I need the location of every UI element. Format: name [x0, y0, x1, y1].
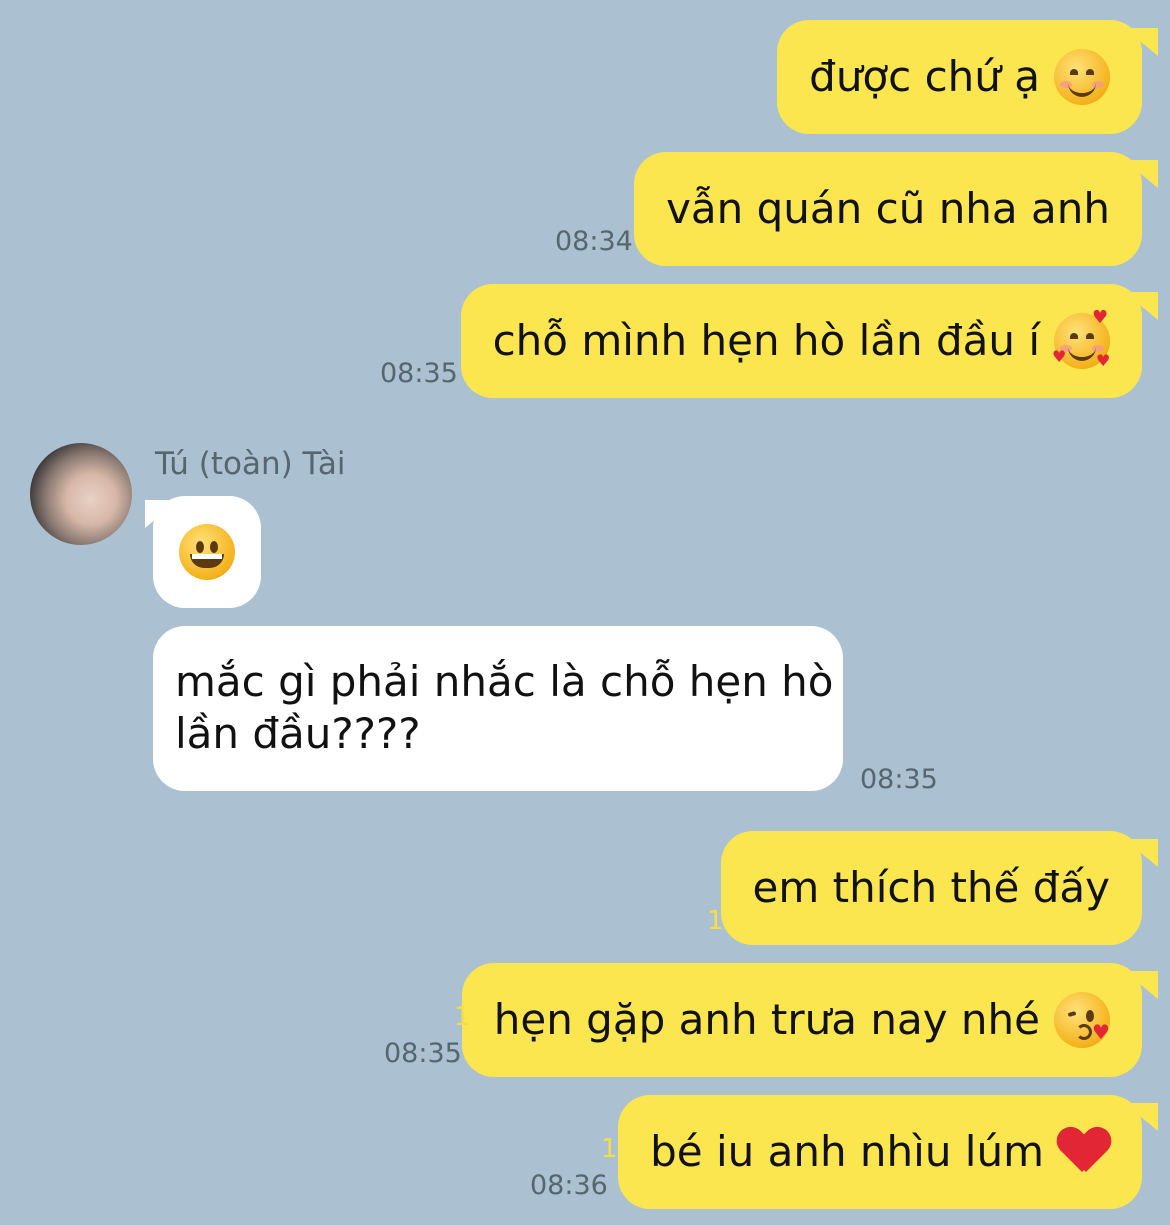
message-text: bé iu anh nhìu lúm — [650, 1127, 1044, 1176]
message-text: vẫn quán cũ nha anh — [666, 184, 1110, 233]
message-bubble-outgoing[interactable]: vẫn quán cũ nha anh — [634, 152, 1142, 266]
sender-name: Tú (toàn) Tài — [155, 446, 346, 482]
message-bubble-outgoing[interactable]: chỗ mình hẹn hò lần đầu í ♥ ♥ ♥ — [460, 284, 1142, 398]
smiling-face-icon — [1054, 49, 1110, 105]
avatar[interactable] — [30, 443, 132, 545]
message-bubble-outgoing[interactable]: bé iu anh nhìu lúm — [618, 1095, 1142, 1209]
message-timestamp: 08:35 — [860, 764, 938, 795]
message-text-line: lần đầu???? — [175, 709, 421, 758]
message-text: được chứ ạ — [809, 52, 1040, 101]
message-bubble-outgoing[interactable]: được chứ ạ — [777, 20, 1142, 134]
message-text: hẹn gặp anh trưa nay nhé — [493, 995, 1040, 1044]
read-count: 1 — [454, 1002, 471, 1032]
message-text-line: mắc gì phải nhắc là chỗ hẹn hò — [175, 657, 834, 706]
message-text: chỗ mình hẹn hò lần đầu í — [492, 316, 1040, 365]
face-blowing-kiss-icon: ♥ — [1054, 992, 1110, 1048]
message-timestamp: 08:36 — [530, 1170, 608, 1201]
read-count: 1 — [601, 1134, 618, 1164]
message-bubble-outgoing[interactable]: em thích thế đấy — [720, 831, 1142, 945]
red-heart-icon — [1058, 1128, 1110, 1176]
message-timestamp: 08:35 — [384, 1038, 462, 1069]
smiling-face-with-hearts-icon: ♥ ♥ ♥ — [1052, 307, 1111, 370]
message-text: em thích thế đấy — [752, 863, 1110, 912]
message-bubble-outgoing[interactable]: hẹn gặp anh trưa nay nhé ♥ — [461, 963, 1142, 1077]
message-bubble-incoming[interactable]: mắc gì phải nhắc là chỗ hẹn hò lần đầu??… — [153, 626, 843, 791]
message-timestamp: 08:35 — [380, 358, 458, 389]
message-timestamp: 08:34 — [555, 226, 633, 257]
read-count: 1 — [707, 906, 724, 936]
grinning-face-icon — [179, 524, 235, 580]
message-bubble-incoming[interactable] — [153, 496, 261, 608]
